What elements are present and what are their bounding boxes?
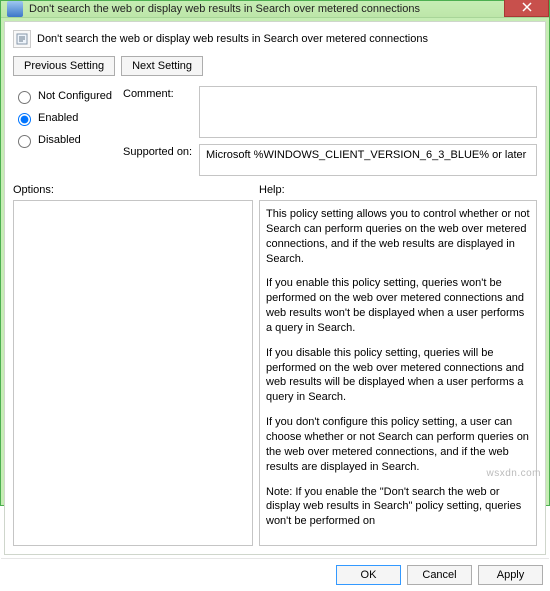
radio-disabled-label: Disabled [38,134,81,146]
options-column: Options: [13,184,253,546]
window-title: Don't search the web or display web resu… [29,3,504,15]
dialog-window: Don't search the web or display web resu… [0,0,550,506]
supported-on-label: Supported on: [123,144,193,158]
ok-button[interactable]: OK [336,565,401,585]
options-label: Options: [13,184,253,196]
lower-grid: Options: Help: This policy setting allow… [13,184,537,546]
help-paragraph: Note: If you enable the "Don't search th… [266,485,530,530]
config-row: Not Configured Enabled Disabled Comment:… [13,86,537,176]
radio-not-configured[interactable]: Not Configured [13,88,113,104]
close-button[interactable] [504,0,549,17]
help-paragraph: If you enable this policy setting, queri… [266,276,530,335]
supported-on-box[interactable]: Microsoft %WINDOWS_CLIENT_VERSION_6_3_BL… [199,144,537,176]
comment-supported-grid: Comment: Supported on: Microsoft %WINDOW… [123,86,537,176]
comment-label: Comment: [123,86,193,100]
comment-textarea[interactable] [199,86,537,138]
next-setting-button[interactable]: Next Setting [121,56,203,76]
radio-disabled[interactable]: Disabled [13,132,113,148]
options-box[interactable] [13,200,253,546]
radio-enabled-label: Enabled [38,112,78,124]
radio-enabled[interactable]: Enabled [13,110,113,126]
app-icon [7,1,23,17]
previous-setting-button[interactable]: Previous Setting [13,56,115,76]
titlebar[interactable]: Don't search the web or display web resu… [1,1,549,18]
help-paragraph: If you don't configure this policy setti… [266,415,530,474]
help-paragraph: This policy setting allows you to contro… [266,207,530,266]
help-column: Help: This policy setting allows you to … [259,184,537,546]
setting-name-text: Don't search the web or display web resu… [37,33,428,45]
apply-button[interactable]: Apply [478,565,543,585]
close-icon [522,2,532,12]
cancel-button[interactable]: Cancel [407,565,472,585]
radio-enabled-input[interactable] [18,113,31,126]
help-paragraph: If you disable this policy setting, quer… [266,346,530,405]
setting-header: Don't search the web or display web resu… [13,30,537,48]
radio-not-configured-label: Not Configured [38,90,112,102]
radio-not-configured-input[interactable] [18,91,31,104]
dialog-footer: OK Cancel Apply [1,558,549,591]
help-box[interactable]: This policy setting allows you to contro… [259,200,537,546]
supported-on-text: Microsoft %WINDOWS_CLIENT_VERSION_6_3_BL… [206,149,526,161]
state-radio-group: Not Configured Enabled Disabled [13,86,113,176]
radio-disabled-input[interactable] [18,135,31,148]
setting-icon [13,30,31,48]
help-label: Help: [259,184,537,196]
client-area: Don't search the web or display web resu… [4,21,546,555]
nav-buttons: Previous Setting Next Setting [13,56,537,76]
